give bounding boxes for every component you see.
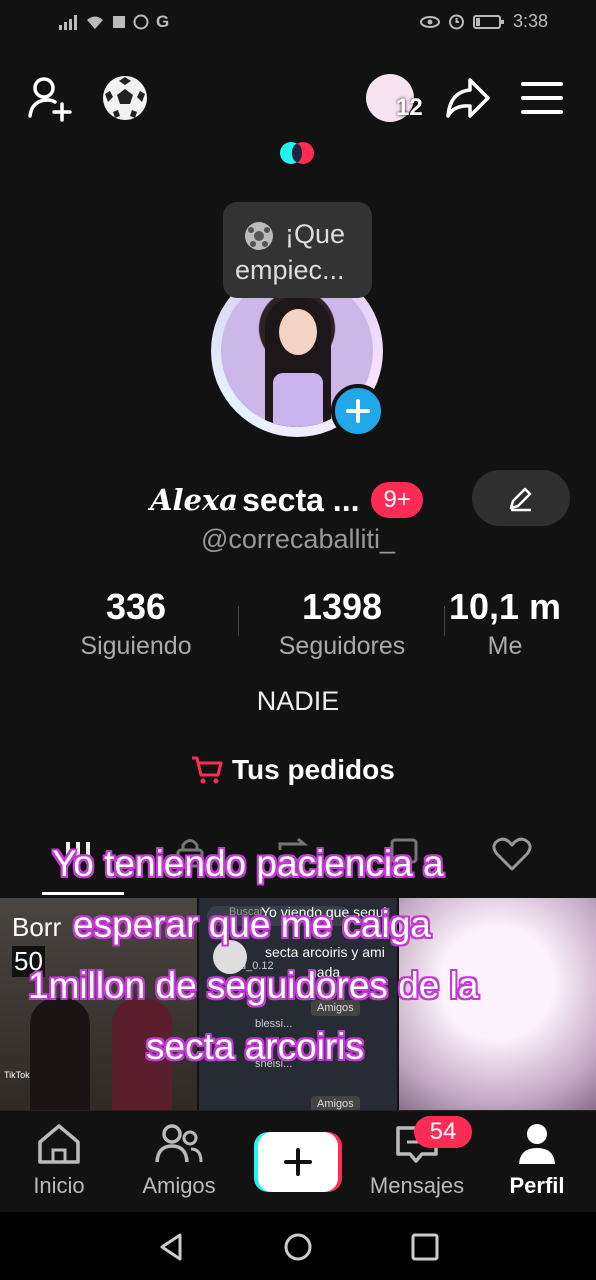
alarm-icon [448,14,464,30]
nav-friends[interactable]: Amigos [124,1122,234,1199]
username: @correcaballiti_ [201,524,395,554]
status-bar: G 3:38 [0,0,596,44]
profile-views-button[interactable]: 12 [364,72,434,124]
overlay-caption-line: 1millon de seguidores de la [28,965,479,1006]
nav-profile-label: Perfil [509,1173,565,1198]
signal-icon [59,15,77,30]
overlay-caption-line: secta arcoiris [146,1026,364,1067]
google-icon: G [156,12,170,31]
stat-followers[interactable]: 1398 Seguidores [252,586,432,661]
stat-likes[interactable]: 10,1 m Me [440,586,570,661]
bio-text: NADIE [256,686,340,716]
status-right-icons: 3:38 [419,11,548,32]
nav-profile[interactable]: Perfil [482,1122,592,1199]
thumb-person-left [30,998,90,1110]
menu-button[interactable] [514,70,570,126]
name-text: secta ... [242,481,360,518]
profile-name-row: Alexa secta ... 9+ [150,478,423,522]
overlay-caption-line: Yo teniendo paciencia a [52,843,444,884]
tiktok-profile-screen: G 3:38 12 ¡Que empiec... Alexa secta ...… [0,0,596,1280]
profile-views-count: 12 [396,94,423,121]
nav-friends-label: Amigos [142,1173,216,1198]
thumb-tag-2: Amigos [311,1096,360,1110]
tooltip-text: ¡Que empiec... [235,219,346,285]
tab-liked-heart-icon[interactable] [492,836,532,872]
name-badge: 9+ [371,482,423,518]
add-user-icon [28,77,72,122]
back-triangle-icon[interactable] [158,1232,186,1262]
nav-messages-label: Mensajes [369,1173,465,1198]
pencil-icon [509,487,532,512]
create-plus-icon [284,1148,312,1176]
home-circle-icon[interactable] [283,1232,313,1262]
cart-icon [192,756,223,784]
home-icon [38,1124,80,1164]
battery-icon [472,14,504,29]
avatar-top [273,373,323,427]
stat-likes-value: 10,1 m [448,586,562,627]
eye-icon [419,15,440,28]
stat-followers-value: 1398 [301,586,383,627]
stat-following-value: 336 [105,586,167,627]
share-button[interactable] [440,70,496,126]
recents-square-icon[interactable] [410,1232,440,1262]
orders-link[interactable]: Tus pedidos [190,750,395,790]
avatar-face [279,309,317,355]
square-notification-icon [113,16,125,28]
thumb-title: Borr [12,912,62,942]
create-white-face [258,1132,338,1192]
status-tooltip[interactable]: ¡Que empiec... [223,202,372,298]
thumb-line-2: secta arcoiris y ami [265,944,385,960]
profile-icon [519,1124,555,1164]
status-left-icons: G [58,12,169,32]
stat-following[interactable]: 336 Siguiendo [46,586,226,661]
active-tab-indicator [42,892,124,895]
stat-following-label: Siguiendo [80,632,192,660]
plus-icon [346,399,370,423]
messages-badge: 54 [414,1116,472,1148]
hamburger-menu-icon [521,82,563,114]
whatsapp-icon [133,14,149,30]
add-friend-button[interactable] [22,70,78,126]
overlay-caption-line: esperar que me caiga [73,904,431,945]
orders-label: Tus pedidos [232,754,395,785]
nav-home-label: Inicio [33,1173,85,1198]
edit-profile-button[interactable] [472,470,570,526]
tiktok-dots-icon [280,142,314,164]
system-nav-bar [0,1212,596,1280]
stat-followers-label: Seguidores [278,632,406,660]
soccer-ball-icon [103,76,147,120]
name-script: Alexa [150,483,239,517]
stat-divider [238,606,239,636]
share-arrow-icon [446,78,490,118]
soccer-ball-button[interactable] [97,70,153,126]
thumb-watermark: TikTok [4,1070,30,1080]
friends-icon [155,1124,203,1163]
add-avatar-button[interactable] [331,384,385,438]
stat-likes-label: Me [487,632,523,660]
clock-time: 3:38 [512,11,548,31]
wifi-icon [87,16,103,29]
create-button[interactable] [254,1132,342,1192]
nav-home[interactable]: Inicio [4,1122,114,1199]
